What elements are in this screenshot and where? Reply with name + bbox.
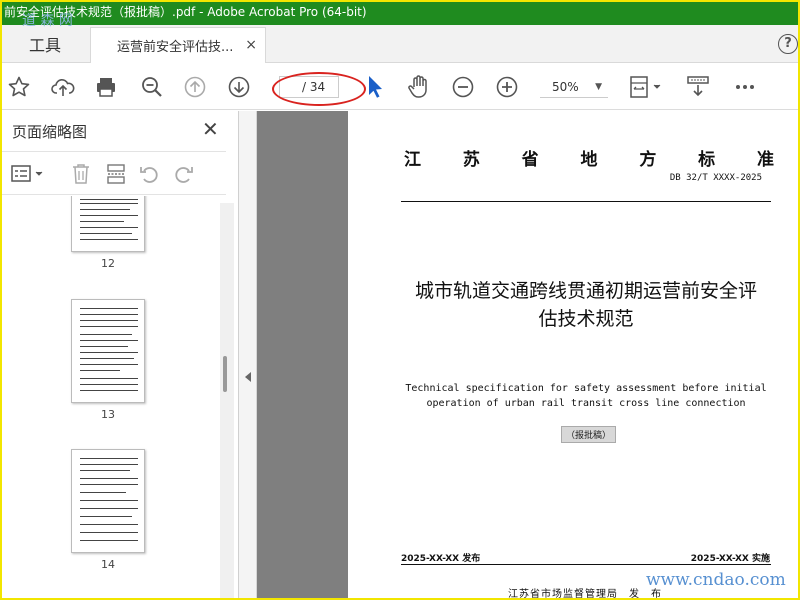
cloud-upload-icon[interactable]	[49, 73, 77, 101]
help-icon[interactable]: ?	[778, 34, 798, 54]
rotate-right-icon[interactable]	[171, 162, 195, 186]
header-rule	[401, 201, 771, 202]
issuer: 江苏省市场监督管理局 发 布	[508, 589, 662, 600]
document-page: 江 苏 省 地 方 标 准 DB 32/T XXXX-2025 城市轨道交通跨线…	[348, 111, 798, 600]
document-background	[257, 111, 348, 598]
header-char: 省	[521, 150, 539, 170]
watermark-logo: 道 森 网	[22, 13, 73, 29]
tab-document-label: 运营前安全评估技...	[117, 40, 234, 55]
publish-date: 2025-XX-XX 发布	[401, 554, 481, 564]
title-line-1: 城市轨道交通跨线贯通初期运营前安全评	[414, 280, 757, 302]
panel-collapse-handle[interactable]	[239, 111, 257, 598]
panel-toolbar	[2, 151, 226, 195]
thumbnail-scrollbar[interactable]	[220, 203, 234, 598]
collapse-arrow-icon	[245, 372, 251, 382]
panel-title: 页面缩略图	[12, 123, 88, 141]
header-char: 地	[580, 150, 598, 170]
header-char: 方	[639, 150, 657, 170]
thumbnail-page-14[interactable]	[71, 449, 145, 553]
english-line-2: operation of urban rail transit cross li…	[426, 398, 746, 409]
more-icon[interactable]	[731, 73, 759, 101]
thumbnail-label: 12	[101, 257, 115, 270]
highlight-ellipse	[272, 72, 366, 106]
english-line-1: Technical specification for safety asses…	[405, 383, 767, 394]
close-panel-icon[interactable]: ✕	[202, 117, 219, 141]
draft-label: （报批稿）	[561, 426, 617, 443]
zoom-dropdown[interactable]: 50% ▼	[540, 76, 608, 98]
delete-icon[interactable]	[69, 162, 93, 186]
tab-document[interactable]: 运营前安全评估技... ×	[90, 27, 266, 63]
tab-bar: 工具 运营前安全评估技... × ?	[0, 25, 800, 63]
footer-rule	[401, 564, 771, 565]
zoom-out-search-icon[interactable]	[138, 73, 166, 101]
title-line-2: 估技术规范	[538, 308, 634, 330]
english-title: Technical specification for safety asses…	[401, 381, 771, 411]
scroll-mode-icon[interactable]	[684, 73, 712, 101]
thumbnail-page-13[interactable]	[71, 299, 145, 403]
rotate-left-icon[interactable]	[138, 162, 162, 186]
zoom-value: 50%	[552, 79, 579, 94]
header-char: 标	[698, 150, 716, 170]
options-menu-icon[interactable]	[10, 162, 46, 186]
document-title: 城市轨道交通跨线贯通初期运营前安全评 估技术规范	[401, 277, 771, 333]
select-cursor-icon[interactable]	[362, 73, 390, 101]
insert-page-icon[interactable]	[104, 162, 128, 186]
hand-icon[interactable]	[405, 73, 433, 101]
standard-code: DB 32/T XXXX-2025	[669, 173, 762, 183]
page-down-icon[interactable]	[225, 73, 253, 101]
header-char: 江	[404, 150, 421, 170]
thumbnail-list: 12 13 14	[2, 196, 222, 598]
window-title: 前安全评估技术规范（报批稿）.pdf - Adobe Acrobat Pro (…	[0, 0, 800, 25]
page-up-icon[interactable]	[181, 73, 209, 101]
header-char: 苏	[462, 150, 480, 170]
thumbnail-page-12[interactable]	[71, 196, 145, 252]
header-char: 准	[756, 150, 774, 170]
zoom-out-icon[interactable]	[449, 73, 477, 101]
implement-date: 2025-XX-XX 实施	[690, 554, 770, 564]
fit-page-icon[interactable]	[628, 73, 664, 101]
tab-tools[interactable]: 工具	[4, 25, 86, 63]
chevron-down-icon: ▼	[595, 82, 602, 92]
thumbnail-label: 14	[101, 558, 115, 571]
toolbar	[0, 64, 800, 110]
standard-header: 江 苏 省 地 方 标 准	[404, 145, 774, 170]
scrollbar-thumb[interactable]	[223, 356, 227, 392]
print-icon[interactable]	[92, 73, 120, 101]
watermark-url: www.cndao.com	[646, 570, 786, 590]
thumbnail-label: 13	[101, 408, 115, 421]
close-tab-icon[interactable]: ×	[245, 37, 257, 53]
zoom-in-icon[interactable]	[493, 73, 521, 101]
star-icon[interactable]	[5, 73, 33, 101]
thumbnails-panel: 页面缩略图 ✕ 12 13 14	[2, 111, 239, 598]
